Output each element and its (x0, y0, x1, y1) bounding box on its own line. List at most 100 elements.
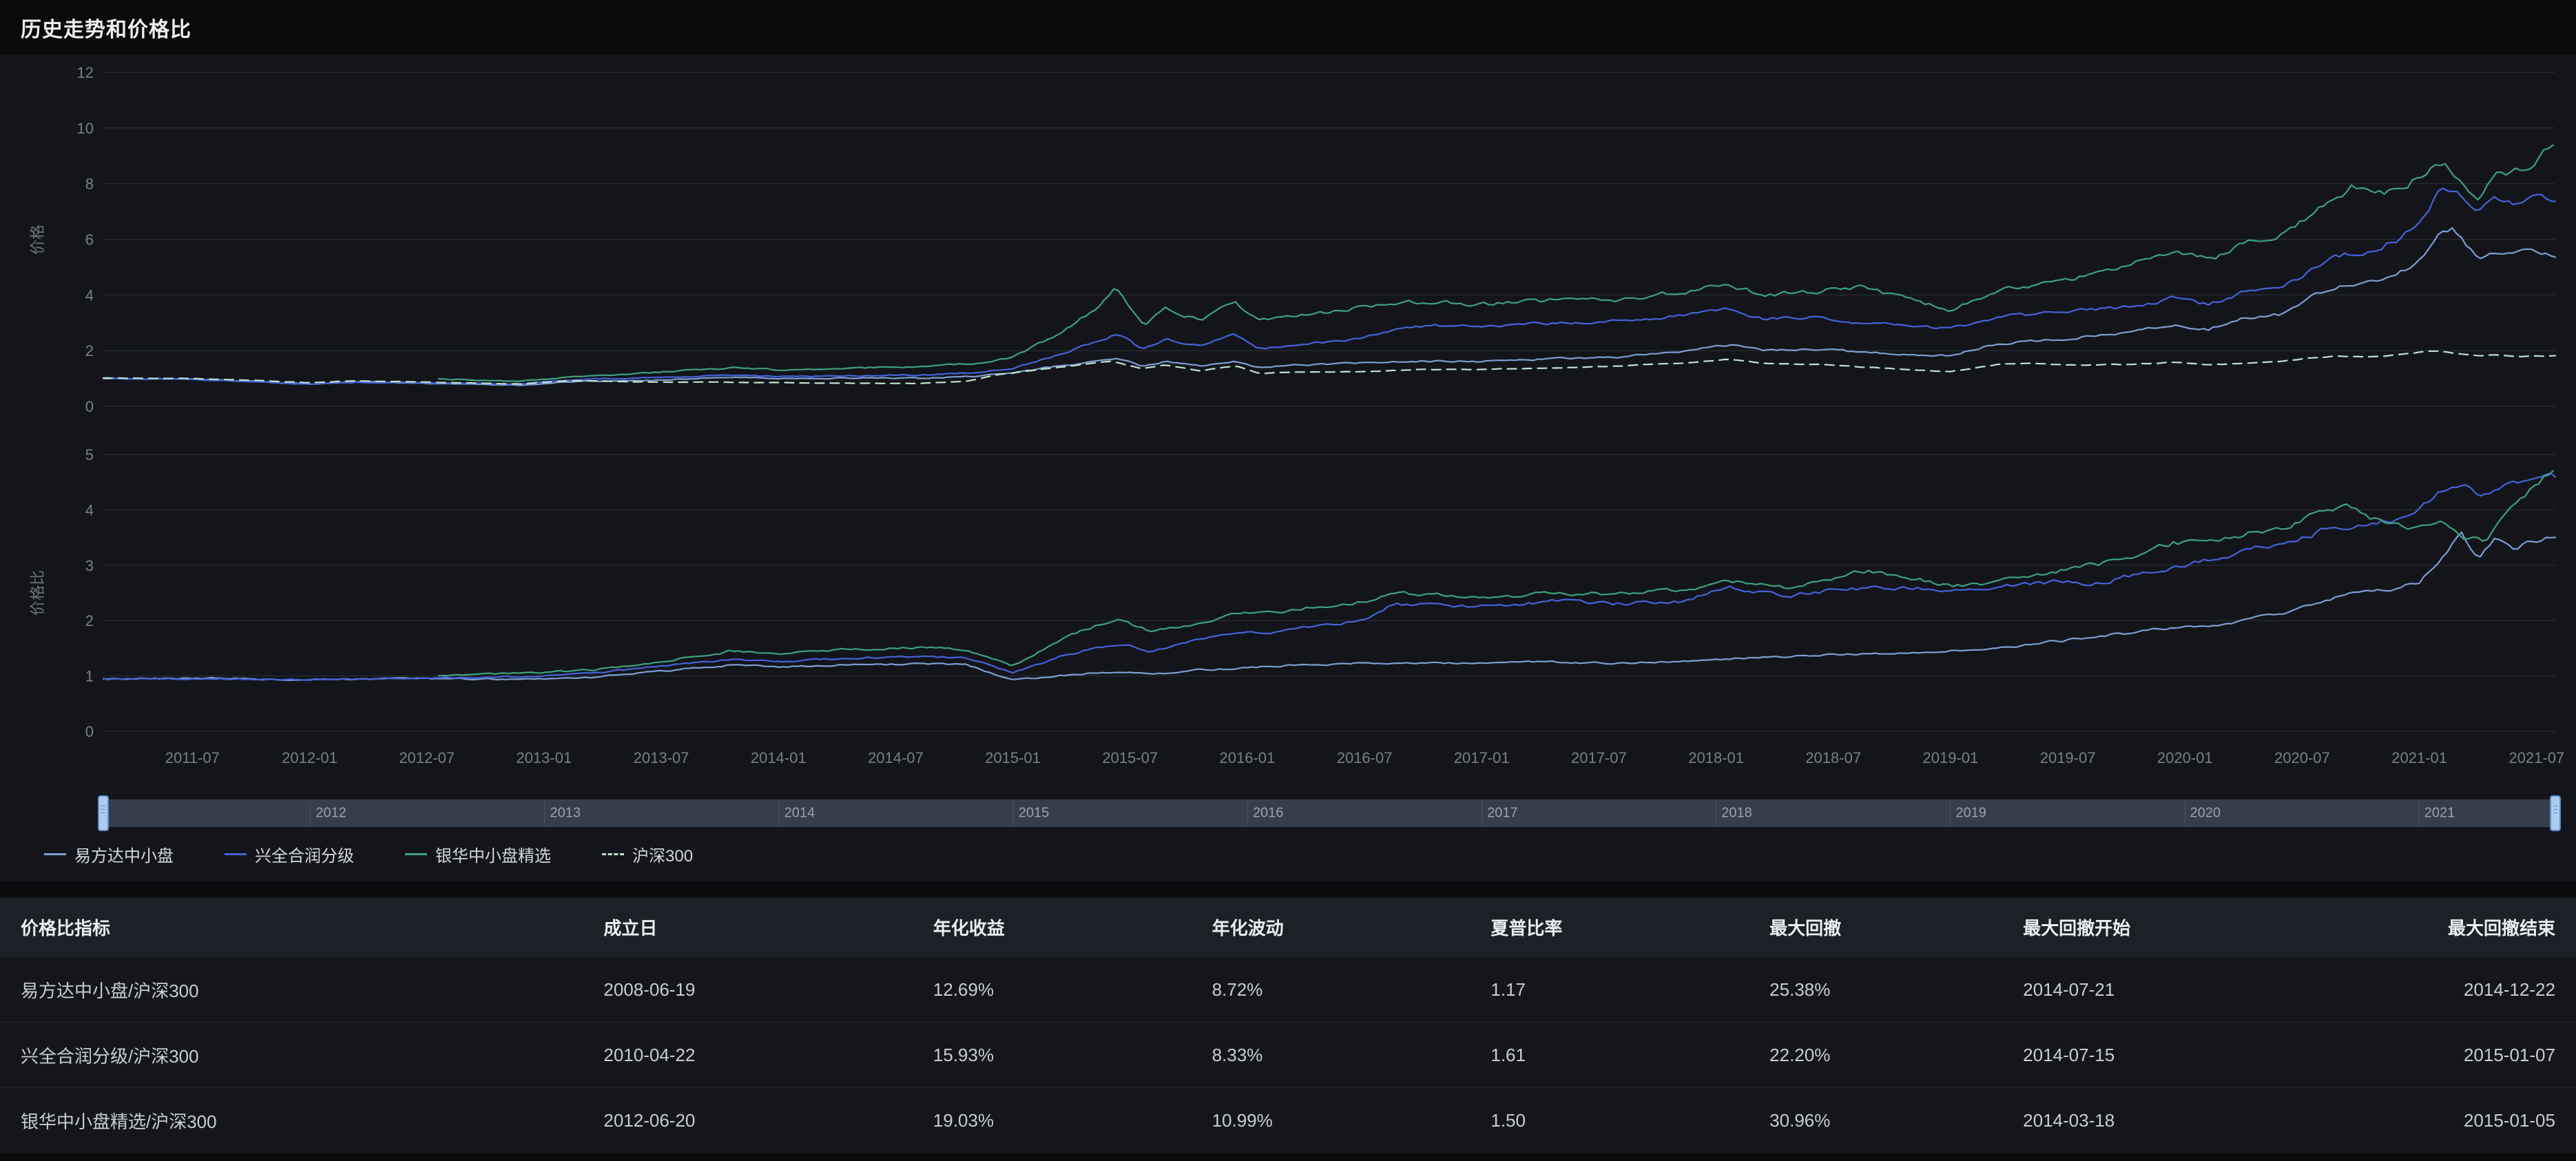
chart-panel: 024681012价格012345价格比2011-072012-012012-0… (0, 55, 2576, 881)
slider-handle-left[interactable] (98, 795, 109, 831)
cell-max-drawdown-end: 2014-12-22 (2302, 979, 2555, 1001)
cell-max-drawdown-start: 2014-07-21 (2023, 979, 2302, 1001)
series-line-xingquan-csi300-ratio (103, 473, 2555, 680)
date-range-slider[interactable]: 2012 2013 2014 2015 2016 2017 2018 2019 2020 2021 (103, 799, 2555, 827)
slider-handle-right[interactable] (2550, 795, 2561, 831)
legend-line-icon (602, 853, 624, 855)
x-tick-label: 2011-07 (165, 749, 220, 766)
cell-annualized-volatility: 10.99% (1212, 1110, 1491, 1131)
cell-metric: 银华中小盘精选/沪深300 (21, 1108, 603, 1133)
x-tick-label: 2014-01 (751, 749, 807, 766)
cell-metric: 兴全合润分级/沪深300 (21, 1043, 603, 1068)
y-axis-name: 价格 (29, 224, 46, 255)
legend-item-xingquan-herun[interactable]: 兴全合润分级 (225, 842, 354, 866)
col-header-sharpe-ratio: 夏普比率 (1490, 914, 1769, 940)
slider-year-tick (2419, 800, 2420, 826)
cell-max-drawdown-end: 2015-01-05 (2302, 1110, 2555, 1131)
slider-year-label: 2014 (785, 806, 816, 822)
y-tick-label: 5 (85, 446, 94, 463)
cell-annualized-return: 19.03% (933, 1110, 1212, 1131)
slider-selected-range[interactable] (104, 800, 2555, 826)
col-header-annualized-return: 年化收益 (933, 914, 1212, 940)
table-row: 银华中小盘精选/沪深300 2012-06-20 19.03% 10.99% 1… (0, 1087, 2576, 1153)
col-header-max-drawdown: 最大回撤 (1769, 914, 2023, 940)
slider-year-label: 2020 (2190, 806, 2221, 822)
cell-max-drawdown: 30.96% (1769, 1110, 2023, 1131)
cell-max-drawdown-start: 2014-03-18 (2023, 1110, 2302, 1131)
x-tick-label: 2013-01 (516, 749, 572, 766)
x-tick-label: 2016-07 (1337, 749, 1393, 766)
cell-max-drawdown: 25.38% (1769, 979, 2023, 1001)
x-tick-label: 2012-01 (282, 749, 337, 766)
cell-metric: 易方达中小盘/沪深300 (21, 977, 603, 1003)
cell-sharpe-ratio: 1.61 (1490, 1045, 1769, 1066)
slider-year-label: 2017 (1487, 806, 1518, 822)
legend-item-yinhua-mid-small-cap[interactable]: 银华中小盘精选 (405, 842, 551, 866)
series-line-efunds-mid-small-cap (103, 228, 2555, 386)
x-tick-label: 2020-01 (2157, 749, 2213, 766)
x-tick-label: 2015-07 (1102, 749, 1158, 766)
x-tick-label: 2012-07 (399, 749, 455, 766)
series-line-xingquan-herun (103, 189, 2555, 385)
cell-inception-date: 2010-04-22 (603, 1045, 933, 1066)
y-tick-label: 4 (85, 501, 94, 519)
x-tick-label: 2019-07 (2040, 749, 2096, 766)
series-line-yinhua-mid-small-cap (439, 145, 2553, 381)
cell-sharpe-ratio: 1.50 (1490, 1110, 1769, 1131)
x-tick-label: 2014-07 (868, 749, 924, 766)
y-tick-label: 3 (85, 557, 94, 574)
legend-item-label: 沪深300 (632, 842, 693, 866)
x-tick-label: 2019-01 (1923, 749, 1979, 766)
slider-year-label: 2016 (1253, 806, 1284, 822)
cell-max-drawdown: 22.20% (1769, 1045, 2023, 1066)
slider-year-label: 2021 (2424, 806, 2455, 822)
legend-item-efunds-mid-small-cap[interactable]: 易方达中小盘 (44, 842, 174, 866)
legend-item-label: 兴全合润分级 (255, 842, 354, 866)
cell-annualized-return: 12.69% (933, 979, 1212, 1001)
y-tick-label: 0 (85, 723, 94, 740)
cell-sharpe-ratio: 1.17 (1490, 979, 1769, 1001)
metrics-table: 价格比指标 成立日 年化收益 年化波动 夏普比率 最大回撤 最大回撤开始 最大回… (0, 898, 2576, 1153)
page-title: 历史走势和价格比 (21, 12, 191, 43)
slider-year-label: 2015 (1019, 806, 1050, 822)
price-and-ratio-chart[interactable]: 024681012价格012345价格比2011-072012-012012-0… (0, 55, 2576, 785)
col-header-inception-date: 成立日 (603, 914, 933, 940)
legend-line-icon (225, 853, 247, 855)
col-header-max-drawdown-end: 最大回撤结束 (2302, 914, 2555, 940)
cell-max-drawdown-start: 2014-07-15 (2023, 1045, 2302, 1066)
x-tick-label: 2017-01 (1454, 749, 1510, 766)
y-tick-label: 12 (77, 64, 94, 81)
legend-line-icon (405, 853, 427, 855)
chart-legend: 易方达中小盘 兴全合润分级 银华中小盘精选 沪深300 (44, 839, 693, 869)
slider-year-label: 2013 (550, 806, 581, 822)
table-header-row: 价格比指标 成立日 年化收益 年化波动 夏普比率 最大回撤 最大回撤开始 最大回… (0, 898, 2576, 956)
legend-item-csi300[interactable]: 沪深300 (602, 842, 693, 866)
slider-year-tick (1247, 800, 1248, 826)
slider-year-label: 2019 (1955, 806, 1986, 822)
cell-annualized-volatility: 8.33% (1212, 1045, 1491, 1066)
x-tick-label: 2016-01 (1220, 749, 1276, 766)
y-tick-label: 4 (85, 286, 94, 304)
slider-year-label: 2018 (1721, 806, 1752, 822)
cell-annualized-return: 15.93% (933, 1045, 1212, 1066)
slider-year-tick (310, 800, 311, 826)
x-tick-label: 2018-07 (1805, 749, 1861, 766)
y-tick-label: 1 (85, 668, 94, 685)
y-tick-label: 2 (85, 612, 94, 629)
y-tick-label: 2 (85, 342, 94, 359)
table-row: 易方达中小盘/沪深300 2008-06-19 12.69% 8.72% 1.1… (0, 956, 2576, 1022)
cell-inception-date: 2008-06-19 (603, 979, 933, 1001)
x-tick-label: 2021-07 (2509, 749, 2564, 766)
col-header-max-drawdown-start: 最大回撤开始 (2023, 914, 2302, 940)
slider-year-label: 2012 (315, 806, 346, 822)
table-row: 兴全合润分级/沪深300 2010-04-22 15.93% 8.33% 1.6… (0, 1022, 2576, 1087)
x-tick-label: 2018-01 (1688, 749, 1744, 766)
x-tick-label: 2013-07 (634, 749, 689, 766)
y-axis-name: 价格比 (29, 570, 46, 616)
y-tick-label: 6 (85, 231, 94, 249)
y-tick-label: 0 (85, 398, 94, 415)
x-tick-label: 2015-01 (985, 749, 1041, 766)
col-header-metric: 价格比指标 (21, 914, 603, 940)
col-header-annualized-volatility: 年化波动 (1212, 914, 1491, 940)
slider-year-tick (1950, 800, 1951, 826)
